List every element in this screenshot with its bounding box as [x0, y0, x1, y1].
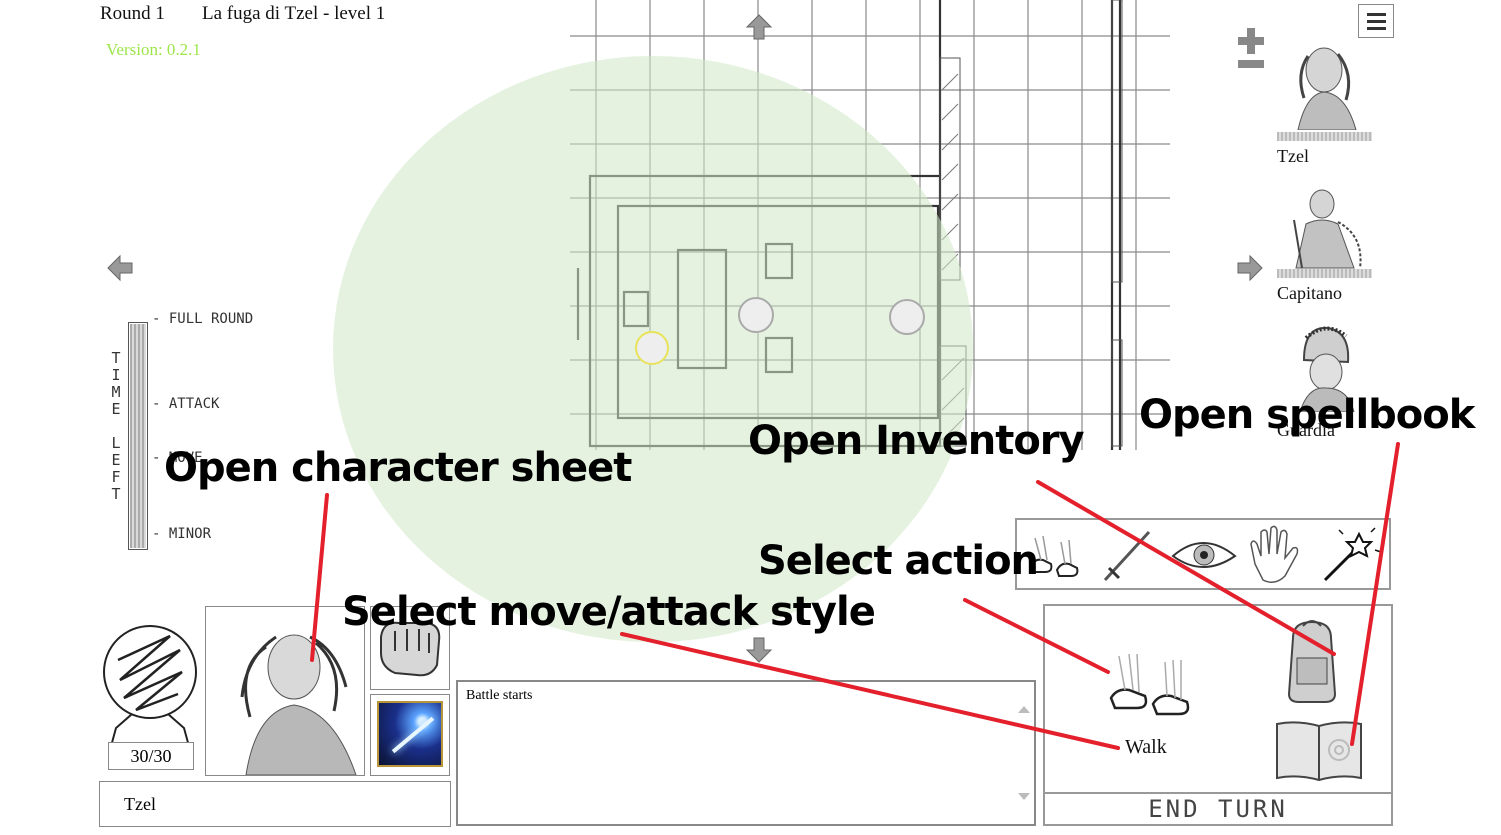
annotation-inventory: Open Inventory [748, 418, 1085, 464]
annotation-move-attack-style: Select move/attack style [342, 589, 876, 635]
annotation-character-sheet: Open character sheet [164, 445, 632, 491]
annotation-spellbook: Open spellbook [1139, 392, 1475, 438]
annotation-select-action: Select action [758, 538, 1039, 584]
